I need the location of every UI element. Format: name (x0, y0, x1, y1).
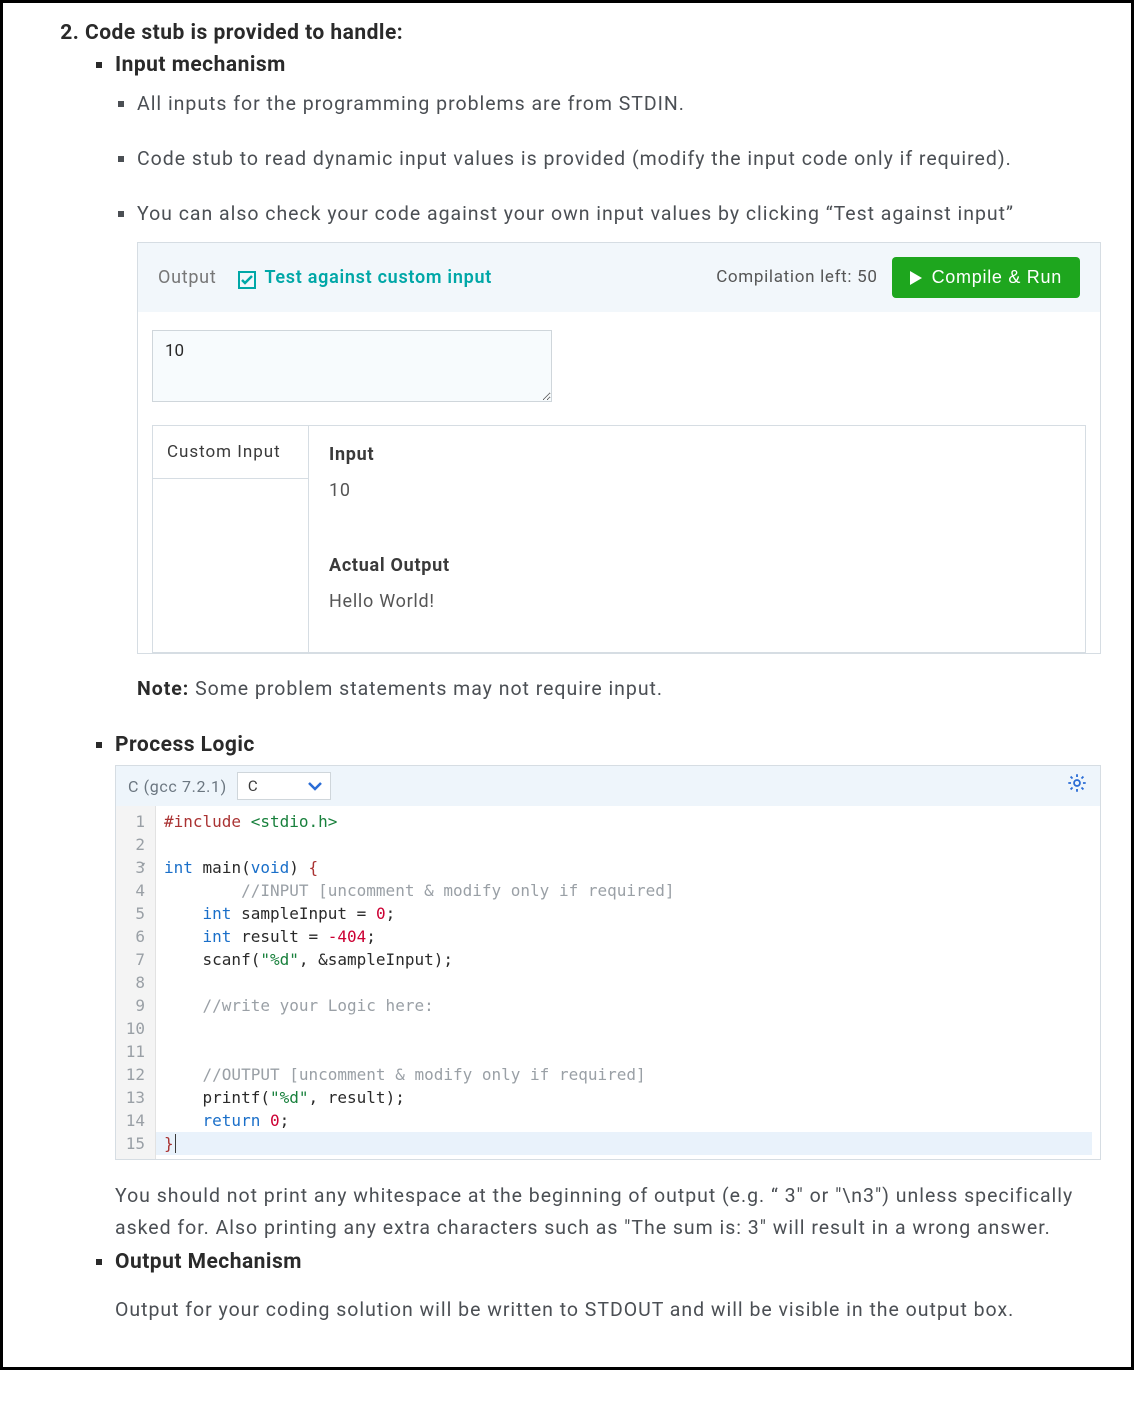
line-gutter: 123456789101112131415 (116, 806, 156, 1159)
bullet-code-stub: Code stub to read dynamic input values i… (137, 142, 1101, 175)
io-table-left: Custom Input (153, 426, 309, 652)
compile-run-label: Compile & Run (932, 267, 1062, 288)
section-output-mechanism: Output Mechanism Output for your coding … (115, 1250, 1101, 1326)
section-title: Process Logic (115, 733, 255, 757)
document-page: Code stub is provided to handle: Input m… (0, 0, 1134, 1370)
compile-panel-header: Output Test against custom input Compila… (138, 243, 1100, 312)
section-process-logic: Process Logic C (gcc 7.2.1) C (115, 733, 1101, 1244)
custom-input-textarea[interactable] (152, 330, 552, 402)
language-value: C (248, 777, 258, 795)
code-editor: C (gcc 7.2.1) C (115, 765, 1101, 1160)
actual-output-value: Hello World! (329, 587, 1065, 618)
editor-header: C (gcc 7.2.1) C (116, 766, 1100, 806)
chevron-down-icon (308, 777, 322, 795)
checkbox-icon[interactable] (238, 271, 256, 289)
output-mech-para: Output for your coding solution will be … (115, 1294, 1101, 1326)
process-logic-para: You should not print any whitespace at t… (115, 1180, 1101, 1244)
compilation-left-label: Compilation left: (716, 267, 857, 287)
note-line: Note: Some problem statements may not re… (137, 672, 1101, 705)
compile-panel: Output Test against custom input Compila… (137, 242, 1101, 654)
play-icon (910, 271, 922, 285)
actual-output-header: Actual Output (329, 551, 1065, 582)
compilation-left-value: 50 (857, 267, 877, 287)
compiler-label: C (gcc 7.2.1) (128, 777, 227, 796)
list-item-2: Code stub is provided to handle: Input m… (85, 21, 1101, 1327)
input-header: Input (329, 440, 1065, 471)
compile-panel-body: Custom Input Input 10 Actual Output Hell… (138, 312, 1100, 653)
io-table: Custom Input Input 10 Actual Output Hell… (152, 425, 1086, 653)
compilation-left: Compilation left: 50 (716, 263, 877, 292)
compile-run-button[interactable]: Compile & Run (892, 257, 1080, 298)
language-select[interactable]: C (237, 772, 331, 800)
section-title: Output Mechanism (115, 1250, 302, 1274)
code-content[interactable]: #include <stdio.h> int main(void) { //IN… (156, 806, 1100, 1159)
output-tab-label[interactable]: Output (158, 263, 216, 294)
section-title: Input mechanism (115, 53, 286, 77)
note-text: Some problem statements may not require … (189, 677, 663, 700)
custom-input-tab[interactable]: Custom Input (153, 426, 308, 480)
bullet-text: You can also check your code against you… (137, 202, 1014, 225)
input-value: 10 (329, 476, 1065, 507)
note-prefix: Note: (137, 677, 189, 700)
section-input-mechanism: Input mechanism All inputs for the progr… (115, 53, 1101, 705)
code-area[interactable]: 123456789101112131415 #include <stdio.h>… (116, 806, 1100, 1159)
bullet-test-against-input: You can also check your code against you… (137, 197, 1101, 705)
heading-code-stub: Code stub is provided to handle: (85, 21, 403, 45)
bullet-stdin: All inputs for the programming problems … (137, 87, 1101, 120)
settings-button[interactable] (1066, 772, 1088, 800)
checkbox-label[interactable]: Test against custom input (264, 263, 492, 294)
gear-icon (1066, 772, 1088, 794)
io-table-right: Input 10 Actual Output Hello World! (309, 426, 1085, 652)
